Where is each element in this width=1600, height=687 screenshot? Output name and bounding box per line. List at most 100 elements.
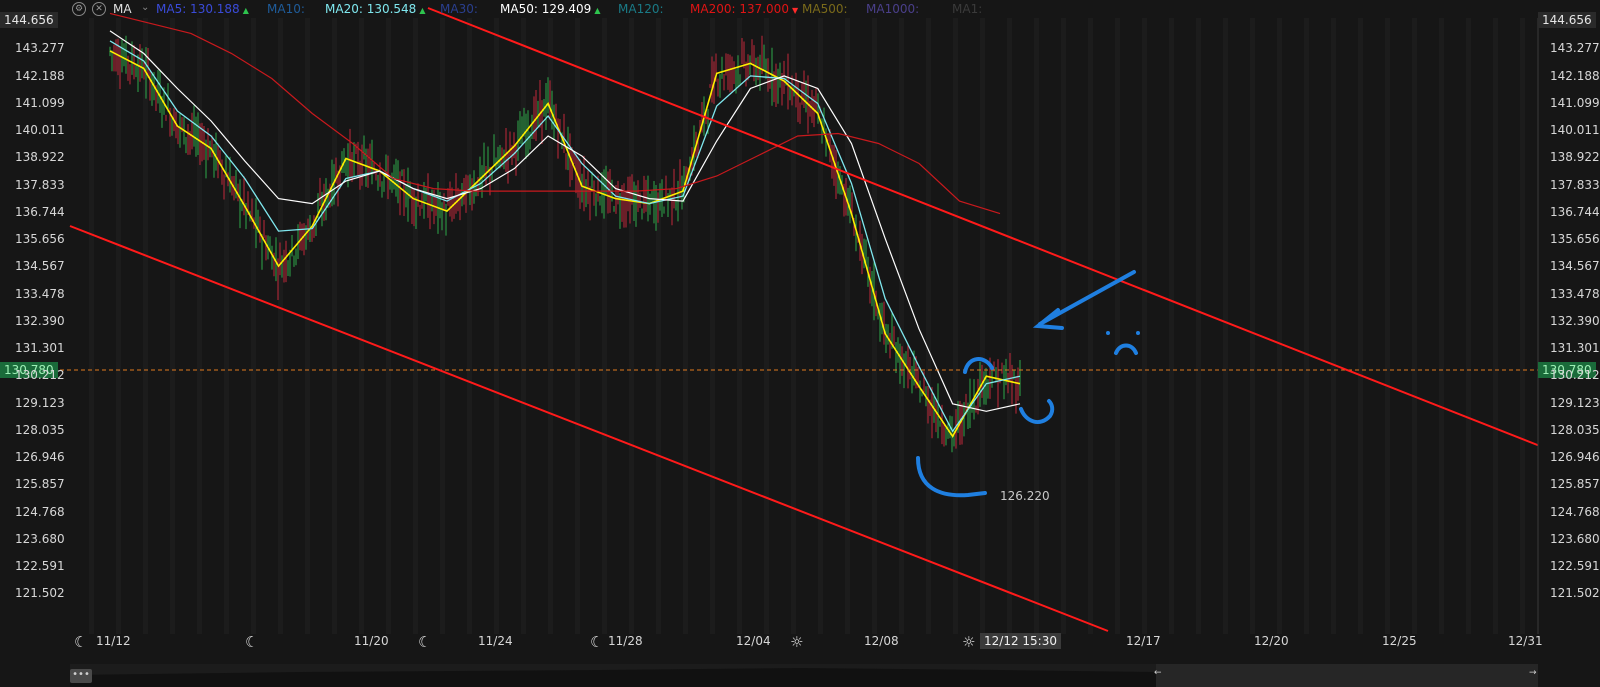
- ma-legend-ma5[interactable]: MA5: 130.188 ▲: [156, 2, 249, 16]
- y-tick-label: 140.011: [15, 123, 65, 137]
- session-band: [440, 18, 445, 634]
- y-tick-label: 134.567: [1550, 259, 1600, 274]
- ma-legend-ma20[interactable]: MA20: 130.548 ▲: [325, 2, 425, 16]
- y-tick-label: 130.212: [1550, 368, 1600, 383]
- y-tick-label: 136.744: [15, 204, 65, 219]
- session-band: [710, 18, 715, 634]
- y-tick-label: 132.390: [1550, 313, 1600, 328]
- session-band: [251, 18, 256, 634]
- ma-legend-ma200[interactable]: MA200: 137.000 ▼: [690, 2, 798, 16]
- y-tick-label: 124.768: [1550, 504, 1600, 519]
- crosshair-time-tag: 12/12 15:30: [980, 633, 1061, 649]
- price-chart[interactable]: [0, 0, 1600, 687]
- session-band: [980, 18, 985, 634]
- up-arrow-icon: ▲: [419, 6, 426, 15]
- y-tick-label: 135.656: [15, 232, 65, 246]
- session-band: [1169, 18, 1174, 634]
- ma-line-ma20: [109, 40, 1021, 433]
- y-tick-label: 131.301: [15, 341, 65, 355]
- session-band: [1331, 18, 1336, 634]
- top-price-tag-right: 144.656: [1538, 12, 1596, 28]
- x-tick-label: 11/28: [608, 634, 643, 648]
- close-icon[interactable]: ✕: [92, 2, 106, 16]
- y-tick-label: 126.946: [1550, 450, 1600, 464]
- x-tick-label: 12/04: [736, 634, 771, 648]
- ma-legend-ma10[interactable]: MA10:: [267, 2, 305, 16]
- ma-legend-ma1000[interactable]: MA1000:: [866, 2, 919, 16]
- x-tick-label: 11/24: [478, 634, 513, 648]
- top-price-tag-left: 144.656: [0, 12, 58, 28]
- ma-legend-text: MA120:: [618, 2, 664, 16]
- session-band: [467, 18, 472, 634]
- ma-legend-text: MA1:: [952, 2, 983, 16]
- indicator-name[interactable]: MA: [113, 2, 132, 16]
- session-band: [575, 18, 580, 634]
- session-band: [116, 18, 121, 634]
- session-band: [359, 18, 364, 634]
- y-tick-label: 141.099: [15, 95, 65, 110]
- y-tick-label: 123.680: [1550, 531, 1600, 546]
- ma-legend-text: MA30:: [440, 2, 478, 16]
- y-tick-label: 121.502: [15, 586, 65, 601]
- y-tick-label: 142.188: [1550, 68, 1600, 83]
- session-band: [737, 18, 742, 634]
- y-tick-label: 133.478: [1550, 286, 1600, 301]
- ma-legend-text: MA10:: [267, 2, 305, 16]
- y-tick-label: 128.035: [15, 422, 65, 437]
- session-band: [224, 18, 229, 634]
- session-band: [1493, 18, 1498, 634]
- x-tick-label: 11/12: [96, 634, 131, 648]
- ma-legend-ma120[interactable]: MA120:: [618, 2, 664, 16]
- y-tick-label: 137.833: [15, 177, 65, 192]
- session-band: [1439, 18, 1444, 634]
- session-band: [1142, 18, 1147, 634]
- session-band: [89, 18, 94, 634]
- ma-line-ma5: [109, 50, 1021, 438]
- session-band: [494, 18, 499, 634]
- collapse-icon[interactable]: ⌄: [141, 2, 149, 13]
- y-tick-label: 138.922: [1550, 150, 1600, 165]
- y-tick-label: 143.277: [1550, 41, 1600, 56]
- y-tick-label: 123.680: [15, 531, 65, 546]
- y-tick-label: 131.301: [1550, 341, 1600, 355]
- sun-icon: ☼: [790, 633, 804, 651]
- session-band: [656, 18, 661, 634]
- session-band: [1196, 18, 1201, 634]
- sad-face-eye-right: [1136, 331, 1140, 335]
- candlesticks: [109, 35, 1021, 453]
- session-band: [1358, 18, 1363, 634]
- low-price-annotation: 126.220: [1000, 489, 1050, 503]
- navigator-menu-button[interactable]: •••: [70, 669, 92, 683]
- session-band: [278, 18, 283, 634]
- ma-legend-ma1[interactable]: MA1:: [952, 2, 982, 16]
- indicator-toolbar: ⚙ ✕ MA ⌄ MA5: 130.188 ▲ MA10: MA20: 130.548…: [0, 0, 1600, 18]
- session-band: [332, 18, 337, 634]
- session-band: [1466, 18, 1471, 634]
- moon-icon: ☾: [74, 633, 88, 651]
- session-band: [1088, 18, 1093, 634]
- session-band: [1304, 18, 1309, 634]
- y-tick-label: 125.857: [15, 477, 65, 492]
- moon-icon: ☾: [245, 633, 259, 651]
- y-tick-label: 125.857: [1550, 477, 1600, 492]
- x-tick-label: 12/20: [1254, 634, 1289, 648]
- session-band: [1520, 18, 1525, 634]
- session-band: [602, 18, 607, 634]
- settings-icon[interactable]: ⚙: [72, 2, 86, 16]
- navigator-left-arrow-icon[interactable]: ←: [1154, 668, 1162, 678]
- session-band: [845, 18, 850, 634]
- y-tick-label: 129.123: [1550, 395, 1600, 410]
- y-tick-label: 140.011: [1550, 123, 1600, 137]
- y-tick-label: 130.212: [15, 368, 65, 383]
- ma-legend-ma500[interactable]: MA500:: [802, 2, 848, 16]
- y-tick-label: 138.922: [15, 150, 65, 165]
- ma-legend-ma50[interactable]: MA50: 129.409 ▲: [500, 2, 600, 16]
- x-tick-label: 11/20: [354, 634, 389, 648]
- ma-legend-ma30[interactable]: MA30:: [440, 2, 478, 16]
- ma-legend-text: MA20: 130.548: [325, 2, 417, 16]
- navigator-window[interactable]: [1156, 664, 1538, 687]
- navigator-right-arrow-icon[interactable]: →: [1529, 668, 1537, 678]
- session-band: [764, 18, 769, 634]
- y-tick-label: 126.946: [15, 450, 65, 464]
- y-tick-label: 121.502: [1550, 586, 1600, 601]
